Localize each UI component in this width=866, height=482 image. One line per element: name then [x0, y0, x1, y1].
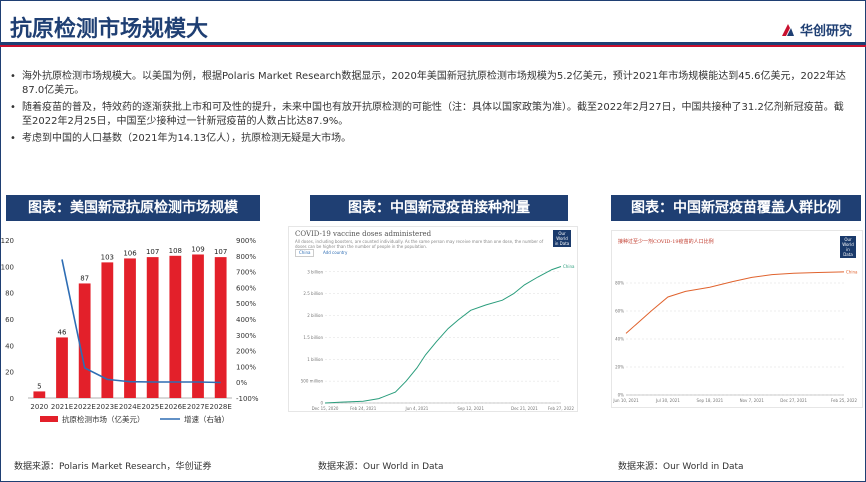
x-tick-label: Sep 18, 2021 [697, 398, 724, 403]
bullet-item: 海外抗原检测市场规模大。以美国为例，根据Polaris Market Resea… [8, 70, 853, 98]
x-tick-label: Dec 15, 2020 [312, 406, 339, 411]
y-tick-label-right: 800% [236, 253, 256, 261]
data-label: 107 [146, 248, 159, 256]
series-line [625, 271, 845, 334]
y-tick-label-right: 500% [236, 300, 256, 308]
source-note: 数据来源：Our World in Data [618, 462, 744, 472]
y-tick-label: 3 billion [307, 269, 323, 274]
bullet-item: 随着疫苗的普及，特效药的逐渐获批上市和可及性的提升，未来中国也有放开抗原检测的可… [8, 101, 853, 129]
series-label: China [846, 269, 858, 274]
data-label: 107 [214, 248, 227, 256]
x-tick-label: Dec 27, 2021 [780, 398, 807, 403]
y-tick-label-right: 900% [236, 237, 256, 245]
panel-title-us-market: 图表：美国新冠抗原检测市场规模 [6, 195, 260, 221]
china-coverage-chart-panel: 接种过至少一剂COVID-19疫苗的人口比例 Our World in Data… [611, 230, 863, 408]
bar [78, 283, 91, 398]
y-tick-label-left: 20 [5, 369, 14, 377]
bar [214, 257, 227, 398]
y-tick-label-left: 60 [5, 316, 14, 324]
x-tick-label: 2025E [142, 403, 164, 411]
y-tick-label-right: 300% [236, 332, 256, 340]
x-tick-label: Feb 24, 2021 [350, 406, 377, 411]
x-tick-label: Dec 21, 2021 [511, 406, 538, 411]
x-tick-label: 2026E [164, 403, 186, 411]
x-tick-label: 2022E [74, 403, 96, 411]
y-tick-label: 500 million [301, 379, 324, 384]
y-tick-label-left: 80 [5, 290, 14, 298]
source-note: 数据来源：Our World in Data [318, 462, 444, 472]
x-tick-label: Jun 4, 2021 [405, 406, 429, 411]
x-tick-label: Feb 25, 2022 [831, 398, 858, 403]
y-tick-label-right: 600% [236, 284, 256, 292]
bar [33, 391, 46, 398]
y-tick-label-left: 40 [5, 342, 14, 350]
x-tick-label: 2021E [51, 403, 73, 411]
chart-title: 接种过至少一剂COVID-19疫苗的人口比例 [618, 239, 714, 245]
y-tick-label: 0 [320, 401, 323, 406]
x-tick-label: 2023E [96, 403, 118, 411]
x-tick-label: Sep 12, 2021 [457, 406, 484, 411]
x-tick-label: 2024E [119, 403, 141, 411]
china-doses-chart-panel: COVID-19 vaccine doses administered All … [288, 226, 578, 412]
data-label: 108 [169, 247, 182, 255]
data-label: 87 [80, 274, 89, 282]
y-tick-label-right: 100% [236, 363, 256, 371]
y-tick-label: 60% [615, 309, 624, 314]
logo-text: 华创研究 [799, 24, 852, 39]
china-coverage-chart: 0% 20% 40% 60% 80% Jun 10, 2021 Jul 30, 2021 Se… [612, 269, 858, 403]
legend-label: 抗原检测市场（亿美元） [62, 414, 145, 424]
y-tick-label: 40% [615, 337, 624, 342]
data-label: 46 [58, 328, 67, 336]
x-tick-label: 2020 [30, 403, 48, 411]
bar [192, 254, 204, 398]
bullet-list: 海外抗原检测市场规模大。以美国为例，根据Polaris Market Resea… [8, 70, 853, 149]
y-tick-label-right: -100% [236, 395, 259, 403]
x-tick-label: Jun 10, 2021 [612, 398, 639, 403]
x-tick-label: 2027E [187, 403, 209, 411]
series-label: China [563, 264, 575, 269]
y-tick-label-right: 200% [236, 348, 256, 356]
data-label: 103 [101, 253, 114, 261]
y-tick-label-right: 700% [236, 269, 256, 277]
data-label: 5 [37, 382, 41, 390]
y-tick-label: 0% [618, 393, 625, 398]
panel-title-china-doses: 图表：中国新冠疫苗接种剂量 [310, 195, 568, 221]
bullet-item: 考虑到中国的人口基数（2021年为14.13亿人），抗原检测无疑是大市场。 [8, 132, 853, 146]
y-tick-label: 80% [615, 281, 624, 286]
us-antigen-market-chart: 0 20 40 60 80 100 120 -100% 0% 100% 200% 300% 400% 50… [1, 237, 259, 424]
brand-logo: 华创研究 [780, 20, 852, 39]
y-tick-label: 1 billion [307, 357, 323, 362]
y-tick-label-left: 0 [10, 395, 14, 403]
y-tick-label: 20% [615, 365, 624, 370]
china-doses-chart: 0 500 million 1 billion 1.5 billion 2 billio… [301, 264, 575, 411]
series-line [324, 266, 562, 404]
legend-label: 增速（右轴） [184, 414, 229, 424]
data-label: 106 [123, 249, 137, 257]
x-tick-label: Jul 30, 2021 [655, 398, 680, 403]
x-tick-label: Feb 27, 2022 [548, 406, 575, 411]
legend-swatch-bar [40, 416, 58, 422]
y-tick-label: 2.5 billion [303, 291, 323, 296]
bar [124, 258, 136, 398]
y-tick-label: 1.5 billion [303, 335, 323, 340]
page-title: 抗原检测市场规模大 [10, 17, 209, 42]
y-tick-label-left: 120 [1, 237, 14, 245]
y-tick-label-left: 100 [1, 263, 14, 271]
data-label: 109 [191, 245, 204, 253]
logo-icon [781, 23, 794, 36]
x-tick-label: 2028E [210, 403, 232, 411]
x-tick-label: Nov 7, 2021 [740, 398, 765, 403]
y-tick-label: 2 billion [307, 313, 323, 318]
y-tick-label-right: 0% [236, 379, 247, 387]
source-note: 数据来源：Polaris Market Research，华创证券 [14, 462, 212, 472]
bar [146, 257, 159, 398]
panel-title-china-coverage: 图表：中国新冠疫苗覆盖人群比例 [611, 195, 861, 221]
y-tick-label-right: 400% [236, 316, 256, 324]
owid-badge: Our World in Data [553, 230, 571, 247]
bar [169, 255, 182, 398]
header-accent-rule [0, 45, 866, 47]
bar [56, 337, 68, 398]
chart-title: COVID-19 vaccine doses administered [295, 230, 432, 238]
chart-subtitle: All doses, including boosters, are count… [295, 239, 544, 249]
